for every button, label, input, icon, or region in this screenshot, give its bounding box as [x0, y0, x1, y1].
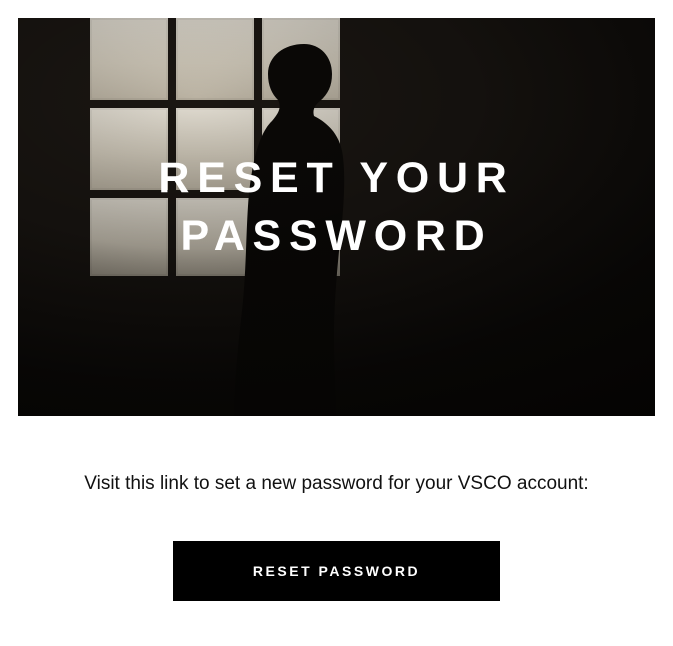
- hero-image: RESET YOUR PASSWORD: [18, 18, 655, 416]
- reset-password-button[interactable]: RESET PASSWORD: [173, 541, 500, 601]
- hero-title: RESET YOUR PASSWORD: [18, 149, 655, 265]
- cta-container: RESET PASSWORD: [18, 541, 655, 601]
- body-copy: Visit this link to set a new password fo…: [18, 470, 655, 499]
